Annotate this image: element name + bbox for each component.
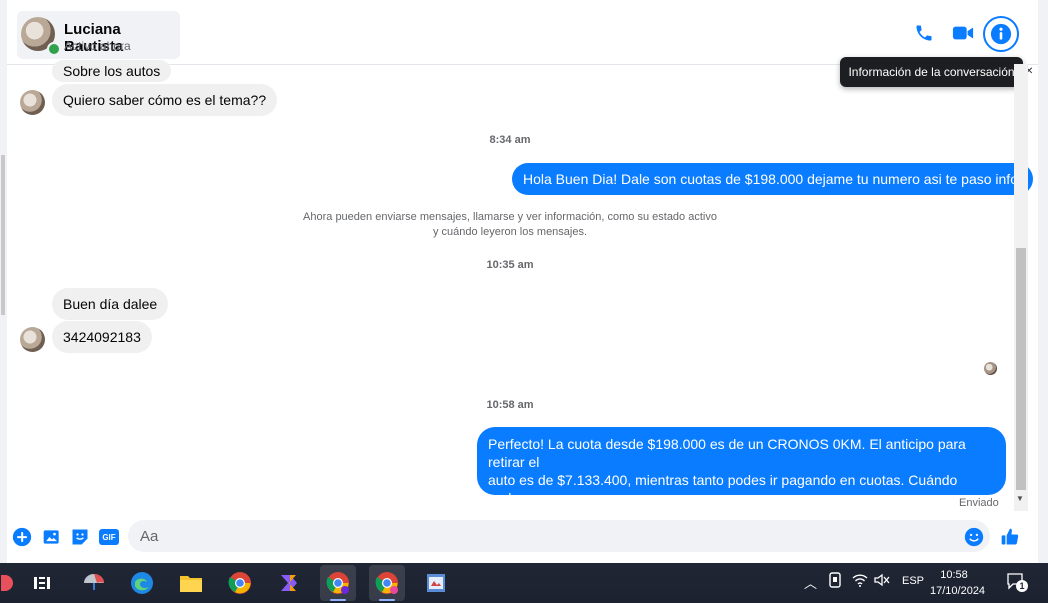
active-indicator [330, 599, 346, 601]
taskbar-document-app[interactable] [422, 569, 450, 597]
taskbar-edge[interactable] [128, 569, 156, 597]
like-button[interactable] [1000, 527, 1020, 547]
left-panel-edge [0, 0, 7, 563]
taskbar-copilot[interactable] [275, 569, 303, 597]
conversation-info-button[interactable] [983, 16, 1019, 52]
taskbar-clock[interactable]: 10:58 17/10/2024 [930, 567, 986, 599]
conversation-header: Luciana Bautista Activo ahora [7, 0, 1038, 65]
active-indicator [379, 599, 395, 601]
voice-call-button[interactable] [909, 18, 939, 48]
timestamp: 10:58 am [486, 399, 534, 411]
umbrella-app-icon [84, 574, 104, 590]
plus-circle-icon [12, 527, 32, 547]
message-line: auto es de $7.133.400, mientras tanto po… [488, 472, 958, 506]
folder-icon [180, 576, 202, 592]
phone-icon [916, 25, 932, 41]
message-incoming[interactable]: Quiero saber cómo es el tema?? [52, 84, 278, 116]
scroll-down-arrow-icon[interactable]: ▼ [1016, 494, 1024, 503]
document-app-icon [427, 574, 445, 592]
message-outgoing[interactable]: Perfecto! La cuota desde $198.000 es de … [477, 427, 1006, 524]
message-input[interactable] [128, 520, 990, 552]
windows-taskbar: ︿ ESP 10:58 17/10/2024 1 [0, 563, 1048, 603]
messenger-window: Luciana Bautista Activo ahora Informació… [0, 0, 1048, 563]
attach-photo-button[interactable] [42, 527, 62, 547]
message-incoming[interactable]: Buen día dalee [52, 288, 169, 320]
chrome-browser-icon [326, 572, 349, 594]
gif-button[interactable]: GIF [98, 527, 120, 547]
message-outgoing[interactable]: Hola Buen Dia! Dale son cuotas de $198.0… [512, 163, 1033, 195]
contact-status: Activo ahora [64, 39, 131, 53]
emoji-button[interactable] [964, 527, 984, 547]
sender-avatar [20, 327, 45, 352]
taskbar-file-explorer[interactable] [177, 569, 205, 597]
notification-badge: 1 [1016, 580, 1028, 592]
info-tooltip: Información de la conversación [840, 57, 1023, 87]
taskbar-app-umbrella[interactable] [80, 569, 108, 597]
contact-card[interactable]: Luciana Bautista Activo ahora [17, 11, 180, 59]
system-notice: Ahora pueden enviarse mensajes, llamarse… [0, 210, 1020, 240]
sender-avatar [20, 90, 45, 115]
more-actions-button[interactable] [12, 527, 32, 547]
taskbar-chrome[interactable] [226, 569, 254, 597]
widget-icon[interactable] [0, 569, 14, 597]
sticker-button[interactable] [70, 527, 90, 547]
timestamp: 10:35 am [486, 259, 534, 271]
message-line: Perfecto! La cuota desde $198.000 es de … [488, 436, 966, 470]
clock-time: 10:58 [940, 569, 968, 581]
edge-browser-icon [131, 572, 153, 594]
chrome-browser-icon [375, 572, 398, 594]
show-hidden-icons-chevron-icon[interactable]: ︿ [804, 573, 817, 592]
message-composer: GIF [0, 517, 1038, 557]
info-icon [990, 23, 1012, 45]
sent-status: Enviado [959, 497, 999, 509]
speaker-muted-icon[interactable] [874, 573, 890, 590]
video-camera-icon [952, 26, 974, 40]
taskbar-chrome-profile-1[interactable] [320, 565, 356, 601]
task-view-icon [34, 577, 50, 589]
notification-center-button[interactable]: 1 [1006, 572, 1028, 593]
message-incoming[interactable]: Sobre los autos [52, 60, 172, 82]
input-language[interactable]: ESP [902, 575, 924, 587]
copilot-icon [281, 575, 297, 591]
taskbar-chrome-profile-2[interactable] [369, 565, 405, 601]
seen-receipt-avatar [984, 362, 997, 375]
photo-icon [43, 530, 59, 544]
sticker-icon [72, 529, 88, 545]
clock-date: 17/10/2024 [930, 585, 986, 597]
gif-icon: GIF [99, 529, 119, 545]
chrome-browser-icon [228, 572, 251, 594]
system-notice-line: Ahora pueden enviarse mensajes, llamarse… [303, 211, 717, 223]
right-panel-edge [1038, 0, 1048, 563]
wifi-icon[interactable] [852, 573, 868, 590]
task-view-button[interactable] [28, 569, 56, 597]
chat-scrollbar-thumb[interactable] [1016, 248, 1026, 490]
message-incoming[interactable]: 3424092183 [52, 321, 152, 353]
system-notice-line: y cuándo leyeron los mensajes. [432, 226, 588, 238]
meet-now-icon[interactable] [828, 572, 842, 591]
timestamp: 8:34 am [489, 134, 531, 146]
smiley-icon [964, 527, 984, 547]
thumbs-up-icon [1001, 528, 1019, 545]
online-indicator [47, 42, 61, 56]
video-call-button[interactable] [948, 18, 978, 48]
